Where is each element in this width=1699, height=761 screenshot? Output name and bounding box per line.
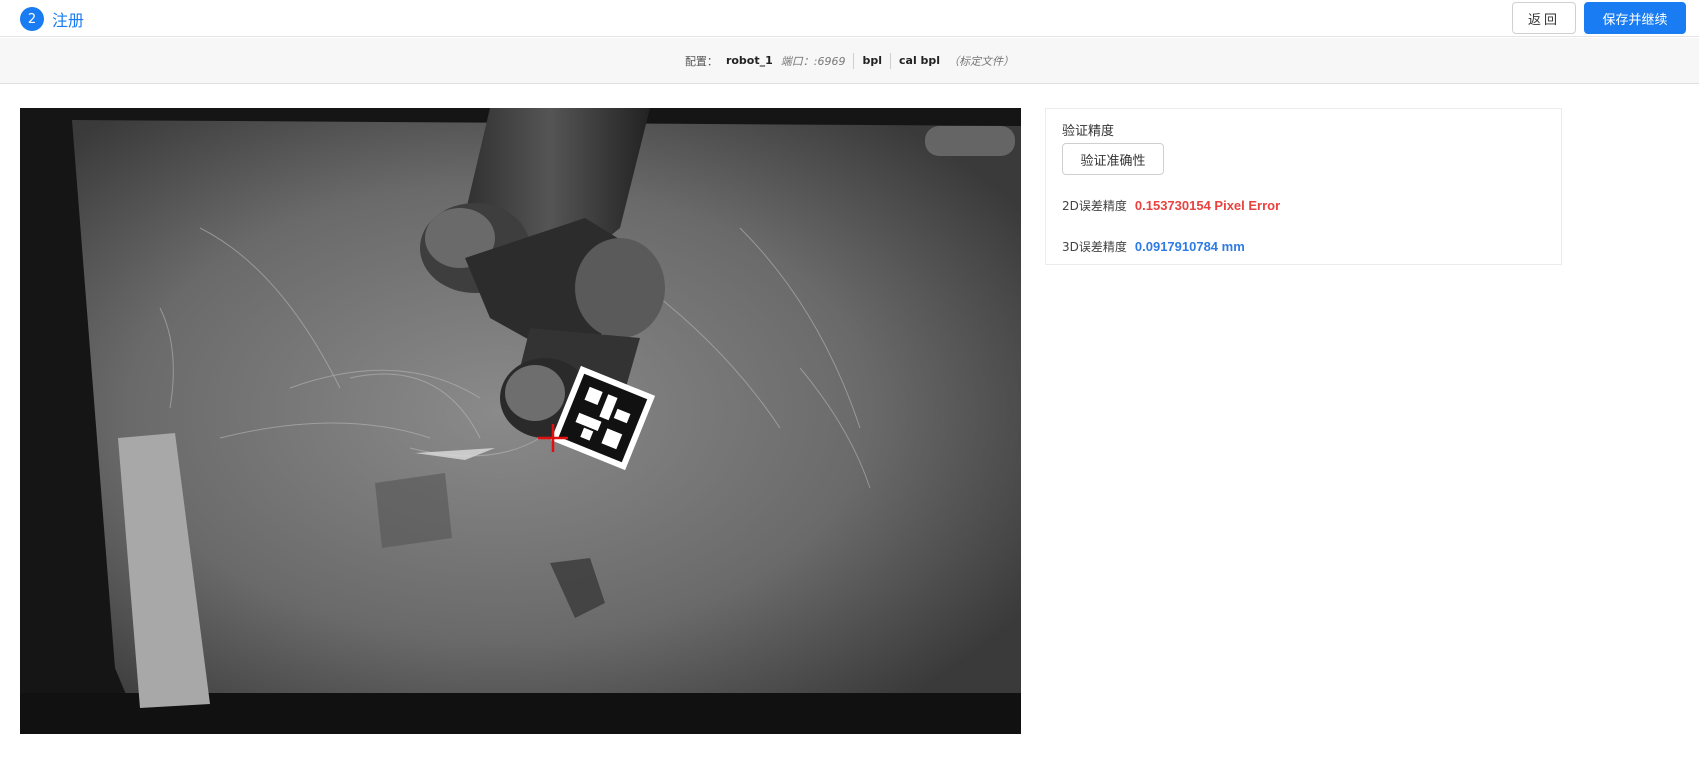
config-bar: 配置： robot_1 端口：:6969 bpl cal bpl （标定文件） xyxy=(0,38,1699,84)
divider xyxy=(890,52,891,69)
error-3d-row: 3D误差精度 0.0917910784 mm xyxy=(1062,238,1245,255)
error-2d-row: 2D误差精度 0.153730154 Pixel Error xyxy=(1062,197,1280,214)
step-indicator: 2 注册 xyxy=(20,7,84,31)
save-and-continue-button[interactable]: 保存并继续 xyxy=(1584,2,1686,34)
config-label: 配置： xyxy=(684,54,718,68)
panel-title: 验证精度 xyxy=(1062,124,1115,139)
accuracy-panel: 验证精度 验证准确性 2D误差精度 0.153730154 Pixel Erro… xyxy=(1045,108,1562,265)
verify-accuracy-button[interactable]: 验证准确性 xyxy=(1062,143,1164,175)
divider xyxy=(853,52,855,69)
robot-name: robot_1 xyxy=(725,54,773,67)
error-2d-label: 2D误差精度 xyxy=(1062,199,1127,213)
error-2d-value: 0.153730154 Pixel Error xyxy=(1134,198,1281,213)
calibration-file-note: （标定文件） xyxy=(948,54,1015,68)
cal-bpl-label: cal bpl xyxy=(899,54,941,67)
header-bar: 2 注册 返回 保存并继续 xyxy=(0,0,1699,37)
back-button[interactable]: 返回 xyxy=(1512,2,1576,34)
camera-frame xyxy=(20,108,1021,734)
error-3d-label: 3D误差精度 xyxy=(1062,240,1127,254)
error-3d-value: 0.0917910784 mm xyxy=(1134,239,1245,254)
port-info: 端口：:6969 xyxy=(780,54,846,68)
step-number-badge: 2 xyxy=(20,7,44,31)
camera-image-view[interactable] xyxy=(20,108,1021,734)
bpl-label: bpl xyxy=(862,54,882,67)
step-title: 注册 xyxy=(52,11,85,30)
